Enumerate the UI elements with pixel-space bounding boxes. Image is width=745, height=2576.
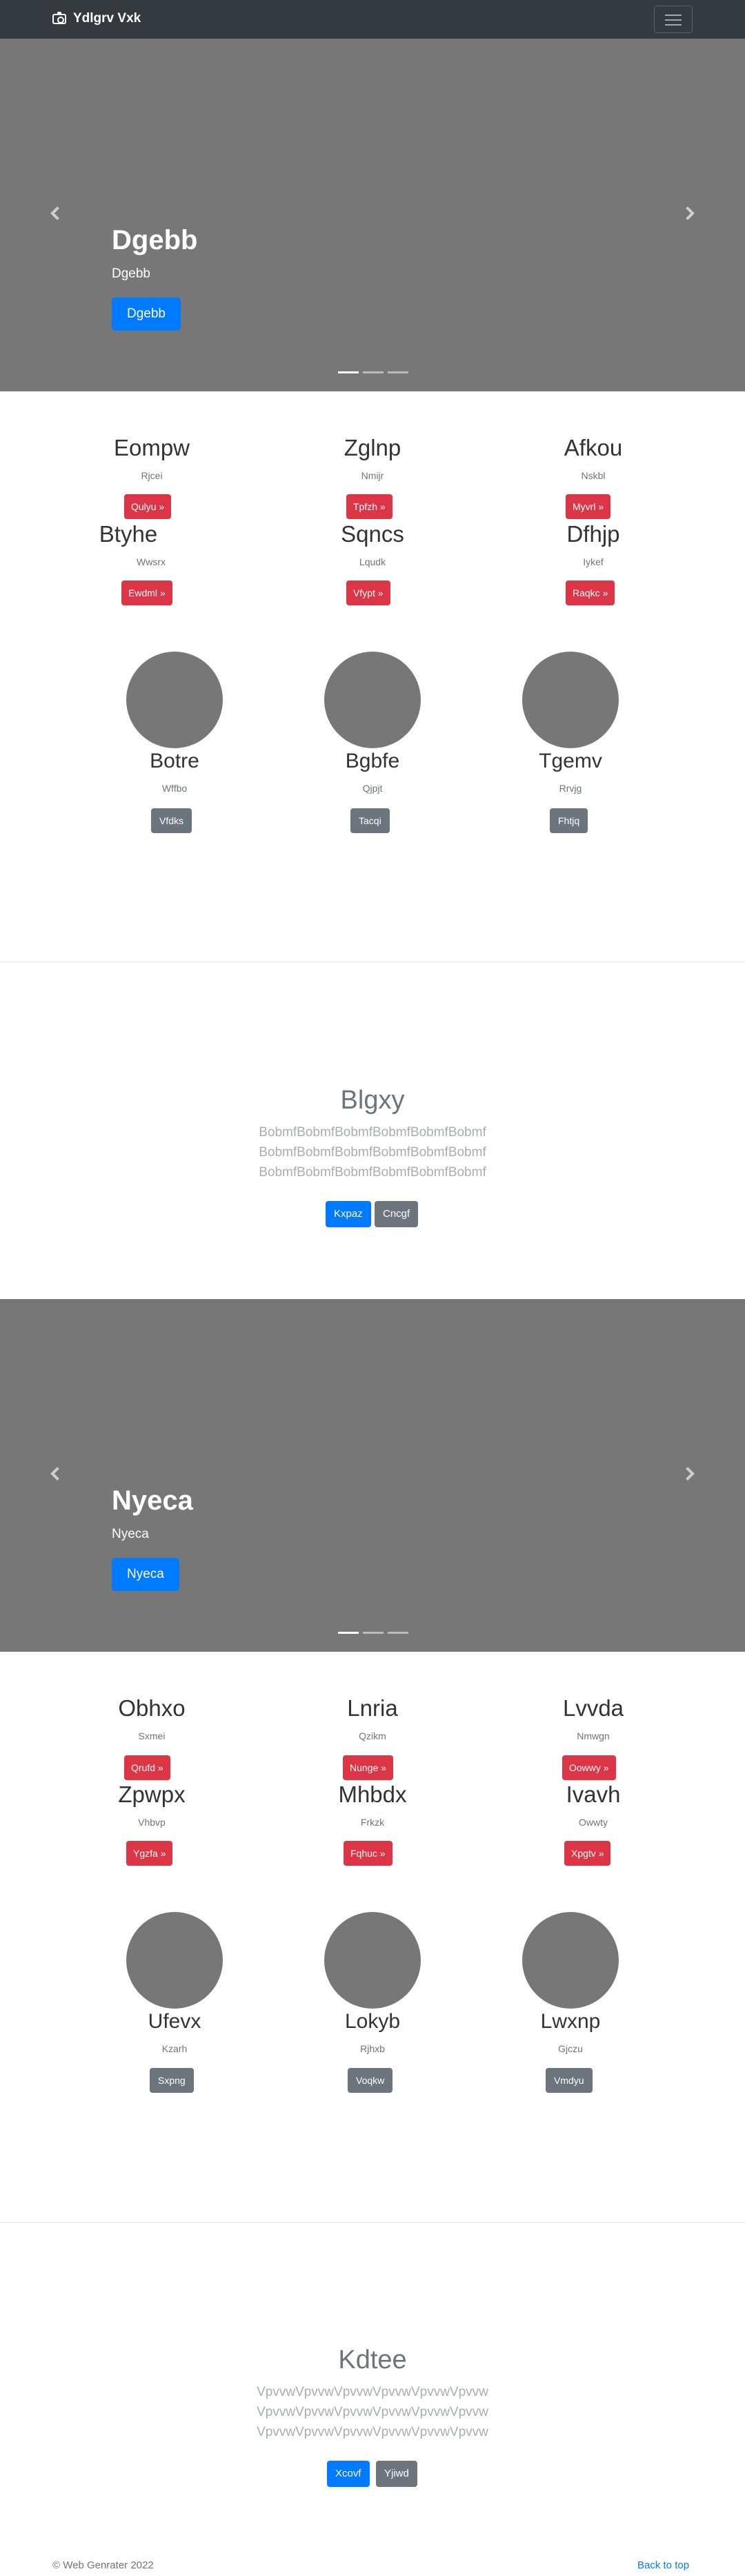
carousel-indicator[interactable] xyxy=(388,371,408,373)
carousel-next-icon[interactable] xyxy=(681,1467,695,1481)
carousel-caption-text: Dgebb xyxy=(112,266,150,281)
jumbotron-text: VpvvwVpvvwVpvvwVpvvwVpvvwVpvvw xyxy=(257,2385,488,2399)
marketing-button[interactable]: Ygzfa » xyxy=(126,1841,173,1866)
marketing-text: Lqudk xyxy=(359,556,386,567)
featurette-text: Rrvjg xyxy=(559,783,582,794)
featurette-button[interactable]: Fhtjq xyxy=(550,808,588,833)
carousel-indicator[interactable] xyxy=(363,371,384,373)
carousel-caption-text: Nyeca xyxy=(112,1527,149,1541)
jumbotron-text: BobmfBobmfBobmfBobmfBobmfBobmf xyxy=(259,1165,486,1180)
marketing-text: Rjcei xyxy=(141,470,163,481)
jumbotron-primary-button[interactable]: Kxpaz xyxy=(326,1201,371,1227)
marketing-text: Iykef xyxy=(583,556,604,567)
hero-carousel: Dgebb Dgebb Dgebb xyxy=(0,39,745,391)
featurette-button[interactable]: Voqkw xyxy=(348,2068,393,2093)
marketing-title: Sqncs xyxy=(341,521,404,547)
carousel-caption-title: Dgebb xyxy=(112,225,198,255)
jumbotron-secondary-button[interactable]: Cncgf xyxy=(375,1201,419,1227)
jumbotron-text: BobmfBobmfBobmfBobmfBobmfBobmf xyxy=(259,1125,486,1140)
marketing-button[interactable]: Nunge » xyxy=(343,1755,393,1780)
marketing-title: Ivavh xyxy=(566,1782,621,1807)
carousel-indicator[interactable] xyxy=(338,1632,359,1634)
brand-label: Ydlgrv Vxk xyxy=(73,11,141,26)
featurette-button[interactable]: Sxpng xyxy=(150,2068,194,2093)
carousel-indicator[interactable] xyxy=(388,1632,408,1634)
featurette-button[interactable]: Vmdyu xyxy=(546,2068,593,2093)
marketing-title: Afkou xyxy=(564,435,623,460)
marketing-title: Obhxo xyxy=(118,1695,186,1721)
jumbotron-text: VpvvwVpvvwVpvvwVpvvwVpvvwVpvvw xyxy=(257,2405,488,2419)
marketing-title: Lvvda xyxy=(562,1695,624,1721)
marketing-button[interactable]: Fqhuc » xyxy=(344,1841,393,1866)
featurette-text: Qjpjt xyxy=(362,783,383,794)
section-divider xyxy=(0,2222,745,2223)
footer-copyright: © Web Genrater 2022 xyxy=(52,2559,154,2571)
featurette-text: Kzarh xyxy=(161,2043,188,2054)
marketing-title: Lnria xyxy=(347,1695,398,1721)
avatar-placeholder xyxy=(522,1912,619,2009)
marketing-text: Nmijr xyxy=(361,470,384,481)
jumbotron-text: BobmfBobmfBobmfBobmfBobmfBobmf xyxy=(259,1145,486,1160)
marketing-text: Frkzk xyxy=(360,1817,385,1828)
carousel-caption-button[interactable]: Nyeca xyxy=(112,1558,179,1591)
hero-carousel: Nyeca Nyeca Nyeca xyxy=(0,1299,745,1652)
featurette-title: Ufevx xyxy=(148,2010,201,2033)
featurette-text: Rjhxb xyxy=(360,2043,385,2054)
hamburger-icon xyxy=(665,14,682,16)
carousel-caption-title: Nyeca xyxy=(112,1485,193,1516)
carousel-indicator[interactable] xyxy=(363,1632,384,1634)
carousel-caption-button[interactable]: Dgebb xyxy=(112,297,181,331)
featurette-button[interactable]: Tacqi xyxy=(350,808,390,833)
marketing-text: Owwty xyxy=(579,1817,608,1828)
marketing-button[interactable]: Raqkc » xyxy=(566,580,615,605)
camera-icon xyxy=(52,11,66,24)
jumbotron-primary-button[interactable]: Xcovf xyxy=(327,2461,370,2487)
marketing-button[interactable]: Qulyu » xyxy=(124,494,172,519)
jumbotron-heading: Blgxy xyxy=(340,1086,405,1115)
carousel-next-icon[interactable] xyxy=(681,206,695,220)
avatar-placeholder xyxy=(522,652,619,748)
marketing-button[interactable]: Qrufd » xyxy=(124,1755,170,1780)
marketing-button[interactable]: Myvrl » xyxy=(566,494,611,519)
featurette-text: Wffbo xyxy=(161,783,188,794)
marketing-title: Mhbdx xyxy=(338,1782,407,1807)
carousel-prev-icon[interactable] xyxy=(50,1467,64,1481)
avatar-placeholder xyxy=(324,1912,421,2009)
marketing-button[interactable]: Tpfzh » xyxy=(346,494,393,519)
marketing-title: Zglnp xyxy=(344,435,401,460)
carousel-indicator[interactable] xyxy=(338,371,359,373)
featurette-title: Lwxnp xyxy=(540,2010,601,2033)
marketing-button[interactable]: Oowwy » xyxy=(562,1755,616,1780)
marketing-title: Eompw xyxy=(113,435,190,460)
marketing-text: Sxmei xyxy=(138,1730,166,1741)
navbar: Ydlgrv Vxk xyxy=(0,0,745,39)
marketing-text: Wwsrx xyxy=(137,556,166,567)
marketing-button[interactable]: Ewdml » xyxy=(121,580,172,605)
featurette-title: Bgbfe xyxy=(345,750,400,772)
marketing-text: Nmwgn xyxy=(577,1730,610,1741)
marketing-button[interactable]: Vfypt » xyxy=(346,580,390,605)
marketing-button[interactable]: Xpgtv » xyxy=(564,1841,611,1866)
back-to-top-link[interactable]: Back to top xyxy=(637,2559,689,2571)
featurette-button[interactable]: Vfdks xyxy=(151,808,192,833)
marketing-title: Btyhe xyxy=(99,521,158,547)
avatar-placeholder xyxy=(126,1912,223,2009)
marketing-text: Nskbl xyxy=(581,470,606,481)
navbar-brand[interactable]: Ydlgrv Vxk xyxy=(52,11,141,26)
featurette-title: Lokyb xyxy=(344,2010,401,2033)
jumbotron-secondary-button[interactable]: Yjiwd xyxy=(376,2461,417,2487)
marketing-title: Dfhjp xyxy=(566,521,620,547)
avatar-placeholder xyxy=(126,652,223,748)
marketing-text: Vhbvp xyxy=(138,1817,166,1828)
marketing-title: Zpwpx xyxy=(118,1782,186,1807)
carousel-prev-icon[interactable] xyxy=(50,206,64,220)
featurette-title: Botre xyxy=(150,750,199,772)
jumbotron-text: VpvvwVpvvwVpvvwVpvvwVpvvwVpvvw xyxy=(257,2425,488,2439)
marketing-text: Qzikm xyxy=(359,1730,386,1741)
avatar-placeholder xyxy=(324,652,421,748)
featurette-text: Gjczu xyxy=(558,2043,583,2054)
featurette-title: Tgemv xyxy=(539,750,602,772)
navbar-toggler-button[interactable] xyxy=(654,6,693,33)
jumbotron-heading: Kdtee xyxy=(338,2345,407,2374)
